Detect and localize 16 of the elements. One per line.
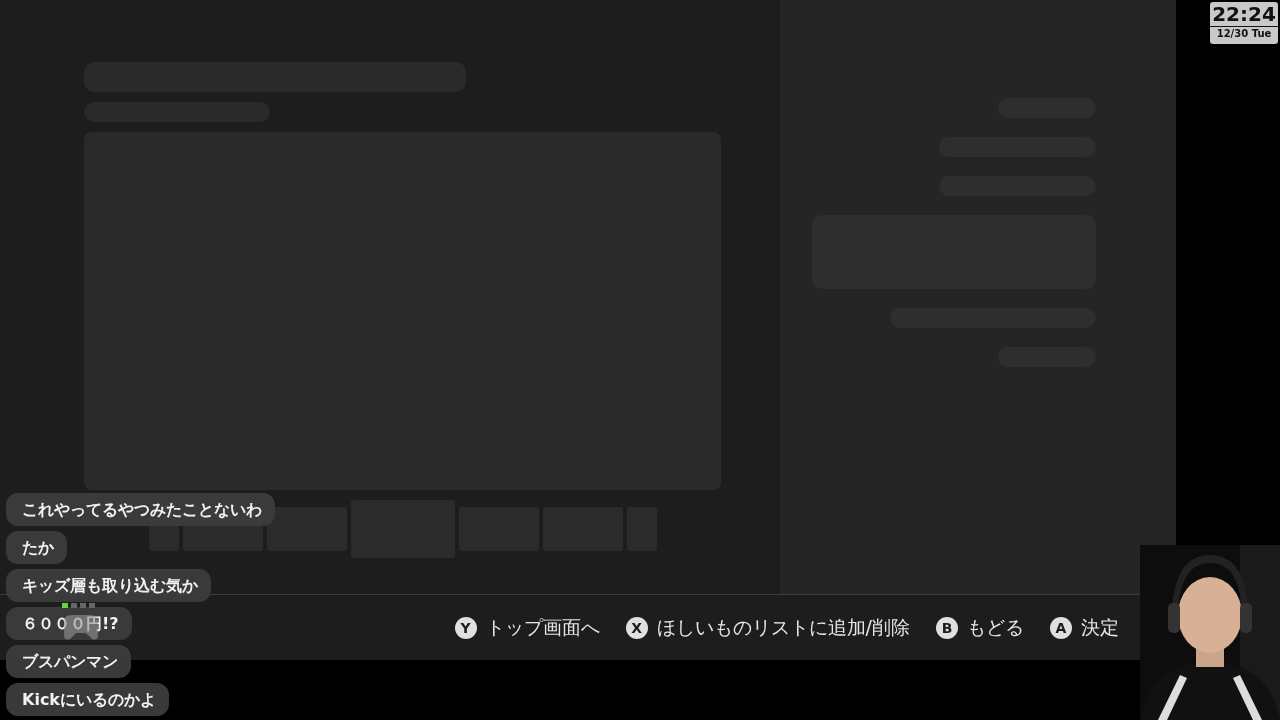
controller-button-glyph: Y <box>454 616 477 639</box>
controller-button-glyph: X <box>625 616 648 639</box>
chat-message: Kickにいるのかよ <box>6 683 169 716</box>
chat-message: たか <box>6 531 67 564</box>
controller-button-glyph: A <box>1050 616 1072 639</box>
hint-label[interactable]: ほしいものリストに追加/削除 <box>656 614 910 641</box>
hint-label[interactable]: 決定 <box>1081 614 1119 641</box>
controller-button-glyph: B <box>936 616 958 639</box>
chat-message: これやってるやつみたことないわ <box>6 493 275 526</box>
chat-message: キッズ層も取り込む気か <box>6 569 211 602</box>
hint-label[interactable]: もどる <box>967 614 1024 641</box>
clock-date: 12/30 Tue <box>1216 27 1272 41</box>
hint-label[interactable]: トップ画面へ <box>485 614 600 641</box>
chat-message: ブスパンマン <box>6 645 131 678</box>
clock-time: 22:24 <box>1210 2 1278 27</box>
chat-message: ６０００円!? <box>6 607 132 640</box>
